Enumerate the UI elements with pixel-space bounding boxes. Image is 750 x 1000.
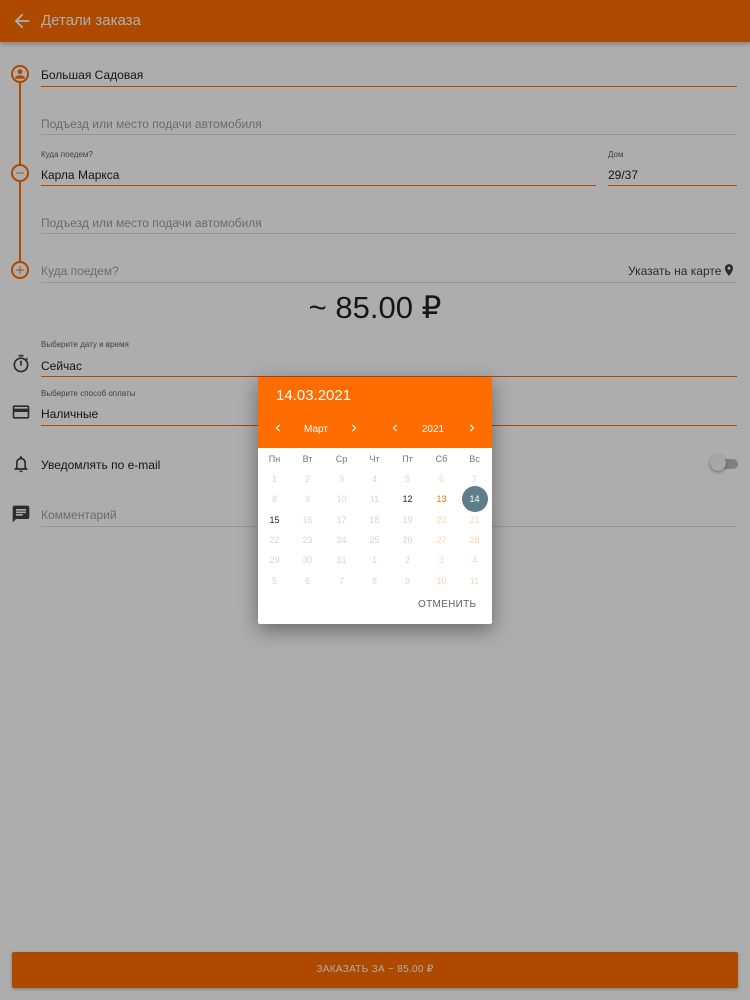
calendar-day: 24	[336, 534, 347, 545]
weekday-label: Сб	[435, 454, 448, 464]
next-year-icon[interactable]	[465, 421, 479, 435]
calendar-day[interactable]: 15	[258, 510, 291, 530]
calendar-day-number: 14	[469, 494, 480, 505]
weekday-header-row: Пн Вт Ср Чт Пт Сб Вс	[258, 449, 492, 469]
cancel-button[interactable]: ОТМЕНИТЬ	[418, 599, 476, 610]
calendar-day-selected[interactable]: 14	[458, 486, 491, 513]
calendar-day: 16	[302, 514, 313, 525]
date-picker-header: 14.03.2021 Март 2021	[258, 377, 492, 448]
calendar-day: 10	[436, 575, 447, 586]
calendar-week-row: 29 30 31 1 2 3 4	[258, 550, 492, 570]
calendar-week-row: 5 6 7 8 9 10 11	[258, 571, 492, 591]
calendar-day: 18	[369, 514, 380, 525]
calendar-day: 6	[438, 474, 444, 484]
calendar-week-row: 15 16 17 18 19 20 21	[258, 510, 492, 530]
calendar-day: 1	[271, 474, 277, 484]
calendar-week-row: 22 23 24 25 26 27 28	[258, 530, 492, 550]
weekday-label: Ср	[335, 454, 348, 464]
calendar-week-row: 8 9 10 11 12 13 14	[258, 486, 492, 513]
prev-year-icon[interactable]	[388, 421, 402, 435]
calendar-day: 30	[302, 555, 313, 566]
calendar-day: 9	[404, 575, 410, 586]
calendar-day: 4	[471, 555, 477, 566]
weekday-label: Пт	[402, 454, 413, 464]
calendar-day: 17	[336, 514, 347, 525]
calendar-day: 23	[302, 534, 313, 545]
calendar-day: 29	[269, 555, 280, 566]
calendar-day: 1	[371, 555, 377, 566]
calendar-week-row: 1234567	[258, 469, 492, 489]
date-picker-dialog: 14.03.2021 Март 2021 Пн Вт Ср Чт Пт Сб Вс 1 2 3 4 5…	[258, 377, 492, 624]
calendar-day: 6	[304, 575, 310, 586]
calendar-day: 19	[402, 514, 413, 525]
calendar-day: 27	[436, 534, 447, 545]
calendar-day: 31	[336, 555, 347, 566]
prev-month-icon[interactable]	[271, 421, 285, 435]
calendar-day: 8	[371, 575, 377, 586]
next-month-icon[interactable]	[347, 421, 361, 435]
calendar-day: 21	[469, 514, 480, 525]
calendar-day: 20	[436, 514, 447, 525]
calendar-day: 22	[269, 534, 280, 545]
calendar-day: 2	[404, 555, 410, 566]
selected-date: 14.03.2021	[276, 387, 352, 404]
weekday-label: Вс	[469, 454, 480, 464]
weekday-label: Вт	[302, 454, 313, 464]
calendar-day: 5	[404, 474, 410, 484]
calendar-day: 11	[369, 494, 380, 505]
calendar-day[interactable]: 12	[391, 489, 424, 509]
calendar-day: 9	[304, 494, 310, 505]
weekday-label: Чт	[369, 454, 380, 464]
calendar-day: 26	[402, 534, 413, 545]
calendar-day: 5	[271, 575, 277, 586]
month-label: Март	[304, 424, 328, 435]
calendar-day: 3	[338, 474, 344, 484]
calendar-day: 4	[371, 474, 377, 484]
calendar-day: 2	[304, 474, 310, 484]
calendar-day: 11	[469, 575, 480, 586]
calendar-day[interactable]: 13	[425, 489, 458, 509]
year-label: 2021	[421, 424, 445, 435]
calendar-day: 3	[438, 555, 444, 566]
calendar-day: 7	[338, 575, 344, 586]
calendar-day: 28	[469, 534, 480, 545]
calendar-day: 8	[271, 494, 277, 505]
calendar-day: 10	[336, 494, 347, 505]
calendar-day: 25	[369, 534, 380, 545]
weekday-label: Пн	[268, 454, 281, 464]
